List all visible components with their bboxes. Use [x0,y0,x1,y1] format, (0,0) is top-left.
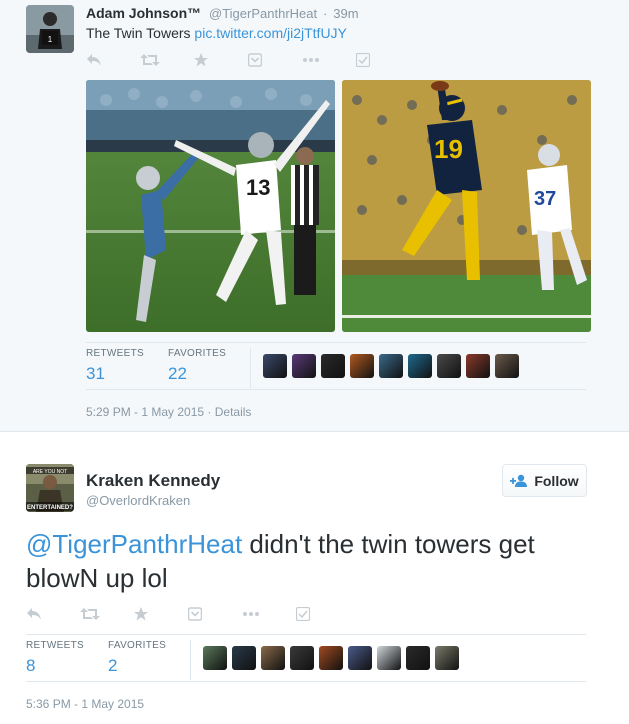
author-name[interactable]: Kraken Kennedy [86,471,220,491]
favorite-icon [194,53,208,67]
favoriter-avatars [263,354,524,378]
favoriter-avatar[interactable] [406,646,430,670]
author-handle[interactable]: @OverlordKraken [86,493,190,508]
favoriter-avatar[interactable] [261,646,285,670]
favorite-icon [134,607,148,621]
stats-divider [190,640,191,680]
stats-divider [250,348,251,388]
tweet-stats: RETWEETS 31 FAVORITES 22 [86,348,251,388]
stats-top-divider [26,634,586,635]
author-handle[interactable]: @TigerPanthrHeat [209,6,317,21]
pocket-icon [188,607,202,621]
favoriter-avatar[interactable] [466,354,490,378]
favoriter-avatar[interactable] [377,646,401,670]
retweets-label: RETWEETS [86,348,144,359]
stats-bottom-divider [26,681,586,682]
tweet-text-body: The Twin Towers [86,25,191,41]
tweet-time[interactable]: 39m [333,6,358,21]
photo-michigan-catch[interactable]: 19 37 [342,80,591,332]
favorites-count: 2 [108,656,118,675]
check-icon [356,53,370,67]
favorite-button[interactable] [134,605,174,623]
favoriter-avatar[interactable] [232,646,256,670]
svg-text:1: 1 [48,35,53,44]
favoriter-avatar[interactable] [319,646,343,670]
tweet-header: Adam Johnson™ @TigerPanthrHeat · 39m [86,5,359,22]
favoriter-avatar[interactable] [350,354,374,378]
retweets-count: 8 [26,656,36,675]
reply-button[interactable] [26,605,66,623]
more-icon [242,611,260,617]
retweets-label: RETWEETS [26,640,84,651]
reply-button[interactable] [86,51,126,69]
photo-panthers-catch[interactable]: 13 [86,80,335,332]
focused-tweet: 1 Adam Johnson™ @TigerPanthrHeat · 39m T… [0,0,629,432]
stats-bottom-divider [86,389,586,390]
check-button[interactable] [296,605,336,623]
tweet-timestamp: 5:29 PM - 1 May 2015 [86,405,205,419]
reply-icon [86,53,102,67]
favorites-count: 22 [168,364,187,383]
retweet-icon [80,607,100,621]
retweet-icon [140,53,160,67]
pocket-icon [248,53,262,67]
favoriter-avatar[interactable] [290,646,314,670]
svg-text:19: 19 [434,134,463,164]
svg-text:13: 13 [246,175,270,200]
avatar-caption-bottom: ENTERTAINED? [27,505,73,511]
tweet-metadata: 5:36 PM - 1 May 2015 [26,697,144,711]
more-button[interactable] [242,605,282,623]
favoriter-avatars [203,646,464,670]
stats-top-divider [86,342,586,343]
favoriter-avatar[interactable] [379,354,403,378]
tweet-link[interactable]: pic.twitter.com/ji2jTtfUJY [194,25,346,41]
retweets-stat[interactable]: RETWEETS 8 [26,640,108,680]
tweet-actions [26,605,350,623]
check-button[interactable] [356,51,396,69]
svg-text:37: 37 [534,188,556,210]
tweet-stats: RETWEETS 8 FAVORITES 2 [26,640,191,680]
favoriter-avatar[interactable] [292,354,316,378]
more-button[interactable] [302,51,342,69]
pocket-button[interactable] [188,605,228,623]
favoriter-avatar[interactable] [408,354,432,378]
favoriter-avatar[interactable] [263,354,287,378]
details-link[interactable]: Details [215,405,252,419]
check-icon [296,607,310,621]
favorites-stat[interactable]: FAVORITES 2 [108,640,190,680]
favoriter-avatar[interactable] [203,646,227,670]
favoriter-avatar[interactable] [435,646,459,670]
separator-dot: · [323,6,328,21]
more-icon [302,57,320,63]
tweet-timestamp: 5:36 PM - 1 May 2015 [26,697,145,711]
favoriter-avatar[interactable] [495,354,519,378]
favoriter-avatar[interactable] [348,646,372,670]
favorites-label: FAVORITES [108,640,167,651]
tweet-text: @TigerPanthrHeat didn't the twin towers … [26,527,606,595]
avatar-caption-top: ARE YOU NOT [33,469,67,475]
tweet-photos: 13 19 37 [86,80,591,332]
tweet-metadata: 5:29 PM - 1 May 2015 · Details [86,405,252,419]
avatar[interactable]: 1 [26,5,74,53]
follow-user-icon [510,474,528,488]
tweet-text: The Twin Towers pic.twitter.com/ji2jTtfU… [86,24,347,42]
retweets-stat[interactable]: RETWEETS 31 [86,348,168,388]
reply-icon [26,607,42,621]
follow-button[interactable]: Follow [502,464,587,497]
retweets-count: 31 [86,364,105,383]
mention-link[interactable]: @TigerPanthrHeat [26,529,242,559]
favoriter-avatar[interactable] [437,354,461,378]
avatar[interactable]: ARE YOU NOT ENTERTAINED? [26,464,74,512]
tweet-actions [86,51,410,69]
author-name[interactable]: Adam Johnson™ [86,5,201,21]
follow-label: Follow [534,472,579,489]
retweet-button[interactable] [80,605,120,623]
favorites-label: FAVORITES [168,348,227,359]
favoriter-avatar[interactable] [321,354,345,378]
pocket-button[interactable] [248,51,288,69]
favorites-stat[interactable]: FAVORITES 22 [168,348,250,388]
favorite-button[interactable] [194,51,234,69]
retweet-button[interactable] [140,51,180,69]
